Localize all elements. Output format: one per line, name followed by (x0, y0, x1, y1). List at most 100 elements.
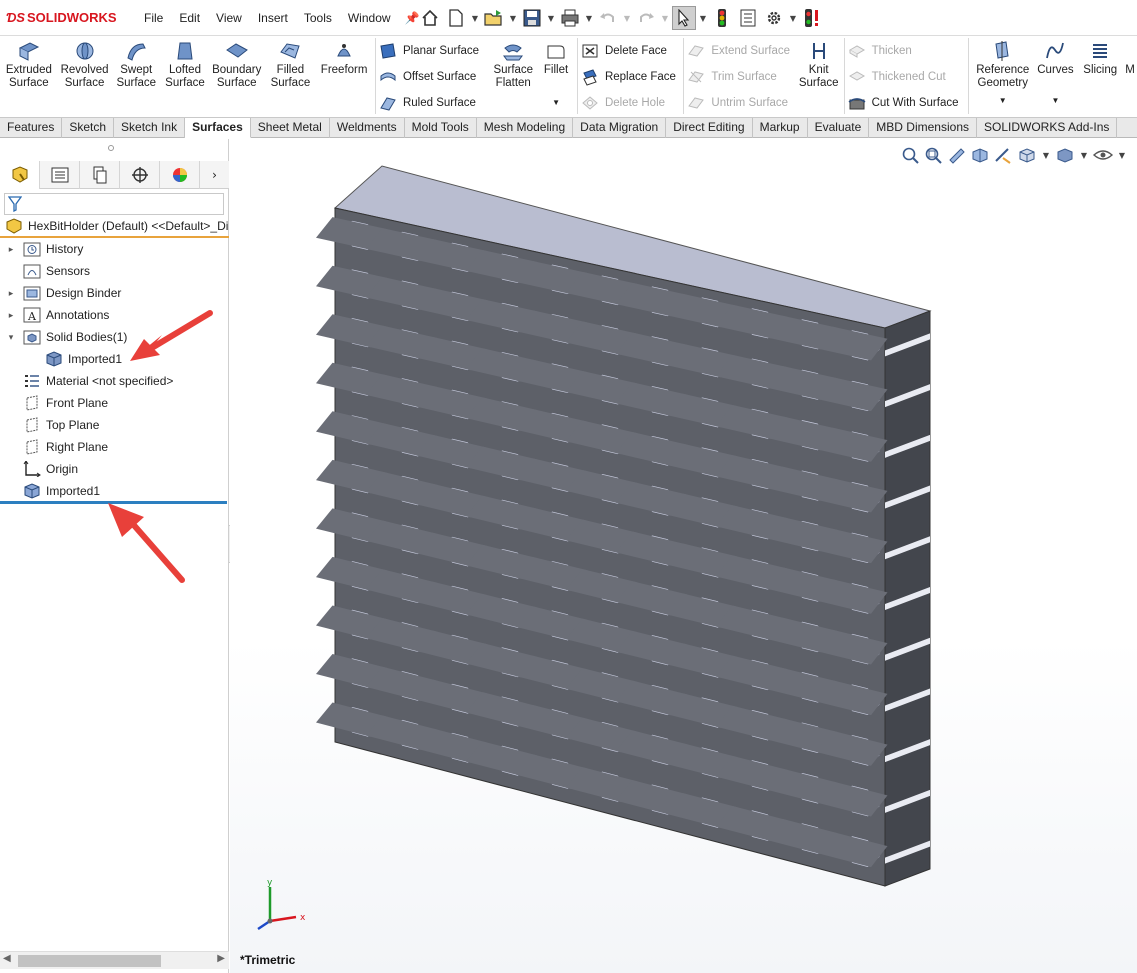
lofted-surface-button[interactable]: Lofted Surface (161, 36, 209, 117)
tree-item-material-not-specified[interactable]: Material <not specified> (0, 370, 229, 392)
slicing-button[interactable]: Slicing (1077, 36, 1123, 117)
chevron-down-icon[interactable]: ▼ (999, 94, 1007, 107)
knit-surface-button[interactable]: Knit Surface (797, 36, 841, 117)
offset-surface-button[interactable]: Offset Surface (379, 66, 488, 88)
chevron-down-icon[interactable]: ▼ (508, 14, 518, 23)
open-folder-icon[interactable] (482, 6, 506, 30)
extend-surface-button[interactable]: Extend Surface (687, 40, 796, 62)
filled-surface-button[interactable]: Filled Surface (265, 36, 317, 117)
tree-item-front-plane[interactable]: Front Plane (0, 392, 229, 414)
swept-surface-button[interactable]: Swept Surface (111, 36, 161, 117)
gear-icon[interactable] (762, 6, 786, 30)
chevron-down-icon[interactable]: ▼ (622, 14, 632, 23)
tree-root-part[interactable]: HexBitHolder (Default) <<Default>_Di (0, 216, 229, 238)
tree-filter[interactable] (4, 193, 224, 215)
expand-toggle-icon[interactable]: ▸ (0, 288, 22, 299)
tree-item-history[interactable]: ▸ History (0, 238, 229, 260)
tab-data-migration[interactable]: Data Migration (573, 118, 667, 138)
tab-sketch-ink[interactable]: Sketch Ink (114, 118, 186, 138)
panel-grip-icon[interactable] (108, 145, 114, 151)
reference-geometry-button[interactable]: Reference Geometry ▼ (972, 36, 1034, 117)
menu-file[interactable]: File (136, 11, 171, 25)
file-properties-icon[interactable] (736, 6, 760, 30)
select-cursor-icon[interactable] (672, 6, 696, 30)
extruded-surface-button[interactable]: Extruded Surface (0, 36, 58, 117)
planar-surface-button[interactable]: Planar Surface (379, 40, 488, 62)
display-manager-tab[interactable] (160, 161, 200, 189)
tab-solidworks-add-ins[interactable]: SOLIDWORKS Add-Ins (977, 118, 1118, 138)
expand-toggle-icon[interactable]: ▸ (0, 310, 22, 321)
chevron-right-icon[interactable]: › (200, 161, 229, 189)
tab-weldments[interactable]: Weldments (330, 118, 405, 138)
new-document-icon[interactable] (444, 6, 468, 30)
redo-icon[interactable] (634, 6, 658, 30)
tab-direct-editing[interactable]: Direct Editing (666, 118, 753, 138)
trim-surface-button[interactable]: Trim Surface (687, 66, 796, 88)
warning-traffic-icon[interactable] (800, 6, 824, 30)
ruled-surface-button[interactable]: Ruled Surface (379, 92, 488, 114)
scrollbar-thumb[interactable] (18, 955, 161, 967)
save-icon[interactable] (520, 6, 544, 30)
tab-evaluate[interactable]: Evaluate (808, 118, 870, 138)
boundary-surface-button[interactable]: Boundary Surface (209, 36, 265, 117)
tab-markup[interactable]: Markup (753, 118, 808, 138)
tree-item-right-plane[interactable]: Right Plane (0, 436, 229, 458)
untrim-surface-button[interactable]: Untrim Surface (687, 92, 796, 114)
extend-surface-icon (688, 45, 705, 57)
thicken-button[interactable]: Thicken (848, 40, 965, 62)
property-manager-tab[interactable] (40, 161, 80, 189)
chevron-down-icon[interactable]: ▼ (470, 14, 480, 23)
tab-mbd-dimensions[interactable]: MBD Dimensions (869, 118, 977, 138)
chevron-down-icon[interactable]: ▼ (1052, 94, 1060, 107)
chevron-down-icon[interactable]: ▼ (660, 14, 670, 23)
rebuild-traffic-light-icon[interactable] (710, 6, 734, 30)
menu-view[interactable]: View (208, 11, 250, 25)
tab-mold-tools[interactable]: Mold Tools (405, 118, 477, 138)
replace-face-button[interactable]: Replace Face (581, 66, 680, 88)
dimxpert-manager-tab[interactable] (120, 161, 160, 189)
curves-button[interactable]: Curves ▼ (1034, 36, 1078, 117)
more-button[interactable]: M (1123, 36, 1137, 117)
chevron-down-icon[interactable]: ▼ (546, 14, 556, 23)
home-icon[interactable] (418, 6, 442, 30)
undo-icon[interactable] (596, 6, 620, 30)
delete-face-button[interactable]: Delete Face (581, 40, 680, 62)
tab-surfaces[interactable]: Surfaces (185, 118, 251, 138)
tab-sketch[interactable]: Sketch (62, 118, 115, 138)
cut-with-surface-button[interactable]: Cut With Surface (848, 92, 965, 114)
solidworks-logo[interactable]: ƊS SOLIDWORKS (6, 10, 136, 25)
thickened-cut-button[interactable]: Thickened Cut (848, 66, 965, 88)
tab-sheet-metal[interactable]: Sheet Metal (251, 118, 330, 138)
tree-item-sensors[interactable]: Sensors (0, 260, 229, 282)
command-manager-tabs: Features Sketch Sketch Ink Surfaces Sheet Me… (0, 118, 1137, 138)
scroll-left-icon[interactable]: ◀ (3, 953, 11, 964)
menu-window[interactable]: Window (340, 11, 399, 25)
tree-item-design-binder[interactable]: ▸ Design Binder (0, 282, 229, 304)
revolved-surface-button[interactable]: Revolved Surface (58, 36, 112, 117)
chevron-down-icon[interactable]: ▼ (698, 14, 708, 23)
scroll-right-icon[interactable]: ▶ (217, 953, 225, 964)
expand-toggle-icon[interactable]: ▾ (0, 332, 22, 343)
configuration-manager-tab[interactable] (80, 161, 120, 189)
tab-mesh-modeling[interactable]: Mesh Modeling (477, 118, 574, 138)
graphics-area[interactable]: ▼ ▼ ▼ y x *Trimetric (230, 139, 1137, 973)
annotation-arrow-top (130, 310, 213, 361)
menu-tools[interactable]: Tools (296, 11, 340, 25)
tree-item-top-plane[interactable]: Top Plane (0, 414, 229, 436)
tab-features[interactable]: Features (0, 118, 63, 138)
expand-toggle-icon[interactable]: ▸ (0, 244, 22, 255)
menu-edit[interactable]: Edit (171, 11, 208, 25)
delete-hole-button[interactable]: Delete Hole (581, 92, 680, 114)
chevron-down-icon[interactable]: ▼ (552, 96, 560, 109)
menu-insert[interactable]: Insert (250, 11, 296, 25)
chevron-down-icon[interactable]: ▼ (788, 14, 798, 23)
surface-flatten-button[interactable]: Surface Flatten (488, 36, 538, 117)
hex-bit-holder-model[interactable] (230, 139, 1137, 973)
fillet-button[interactable]: Fillet ▼ (538, 36, 574, 117)
print-icon[interactable] (558, 6, 582, 30)
horizontal-scrollbar[interactable]: ◀ ▶ (0, 951, 229, 969)
tree-item-origin[interactable]: Origin (0, 458, 229, 480)
chevron-down-icon[interactable]: ▼ (584, 14, 594, 23)
freeform-button[interactable]: Freeform (316, 36, 372, 117)
feature-manager-tab[interactable] (0, 161, 40, 189)
